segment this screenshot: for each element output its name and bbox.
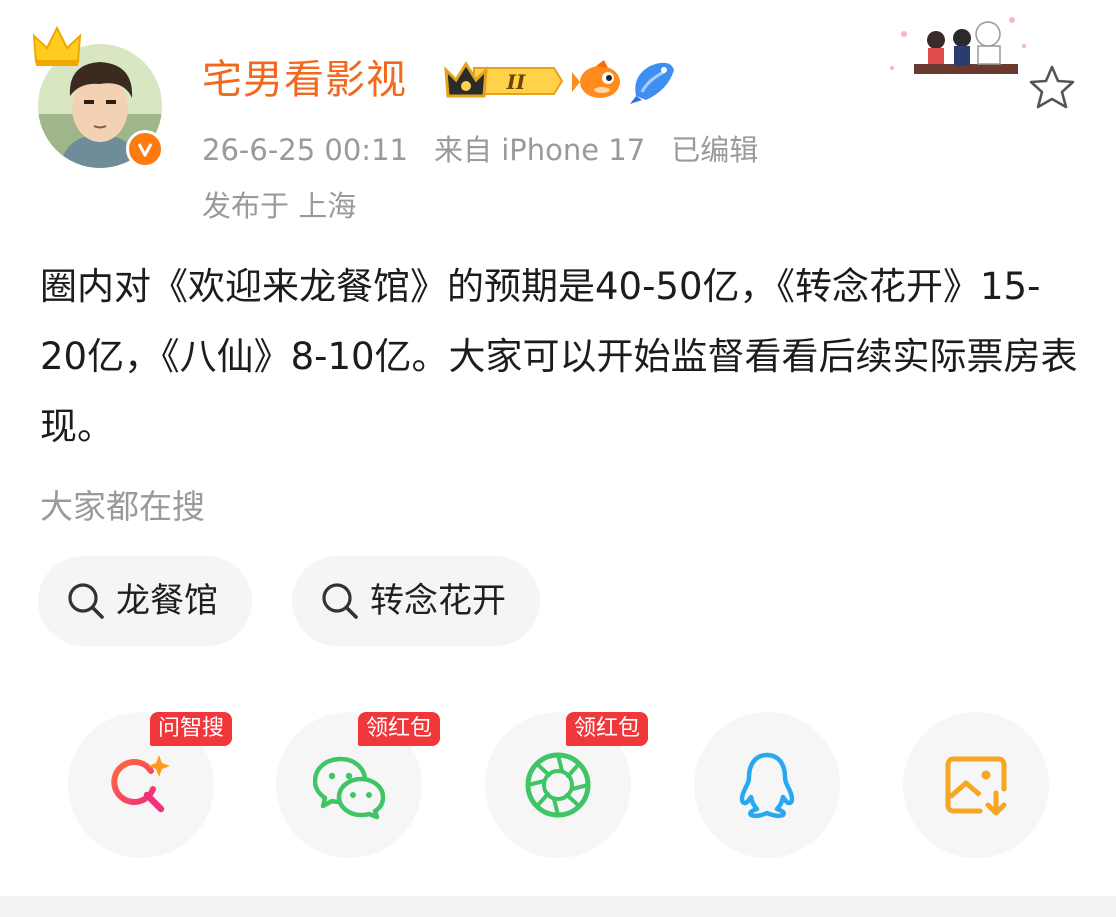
ai-search-icon [111, 755, 170, 813]
share-qq-button[interactable] [694, 712, 840, 858]
hot-search-chip-label: 龙餐馆 [116, 581, 218, 621]
fish-badge-icon[interactable] [572, 58, 626, 104]
hot-search-chip[interactable]: 转念花开 [292, 556, 540, 646]
bottom-divider [0, 896, 1116, 917]
post-meta: 26-6-25 00:11 来自 iPhone 17 已编辑 [202, 130, 784, 170]
post-location: 发布于 上海 [202, 189, 357, 223]
hot-search-chip-label: 转念花开 [370, 581, 506, 621]
red-packet-tag: 领红包 [358, 712, 441, 746]
qq-icon [739, 752, 795, 819]
save-image-icon [945, 756, 1007, 816]
search-icon [68, 583, 104, 619]
medal-level: II [506, 70, 526, 94]
favorite-star-icon[interactable] [1026, 62, 1078, 114]
post-text: 圈内对《欢迎来龙餐馆》的预期是40-50亿，《转念花开》15-20亿，《八仙》8… [40, 265, 1078, 448]
edited-label[interactable]: 已编辑 [671, 133, 758, 167]
crown-icon [32, 25, 82, 66]
moments-icon [525, 752, 591, 818]
hot-search-label: 大家都在搜 [40, 487, 205, 526]
search-icon [322, 583, 358, 619]
hot-search-chip[interactable]: 龙餐馆 [38, 556, 252, 646]
post-time: 26-6-25 00:11 [202, 133, 408, 167]
post-source[interactable]: 来自 iPhone 17 [434, 133, 645, 167]
ai-search-tag: 问智搜 [150, 712, 233, 746]
wechat-icon [313, 756, 385, 820]
verified-badge-icon [126, 130, 164, 168]
decoration-sticker-icon [890, 17, 1026, 74]
red-packet-tag: 领红包 [566, 712, 649, 746]
blue-fish-badge-icon[interactable] [628, 56, 678, 106]
save-image-button[interactable] [903, 712, 1049, 858]
member-medal-icon[interactable]: II [444, 58, 564, 104]
username[interactable]: 宅男看影视 [202, 54, 407, 106]
